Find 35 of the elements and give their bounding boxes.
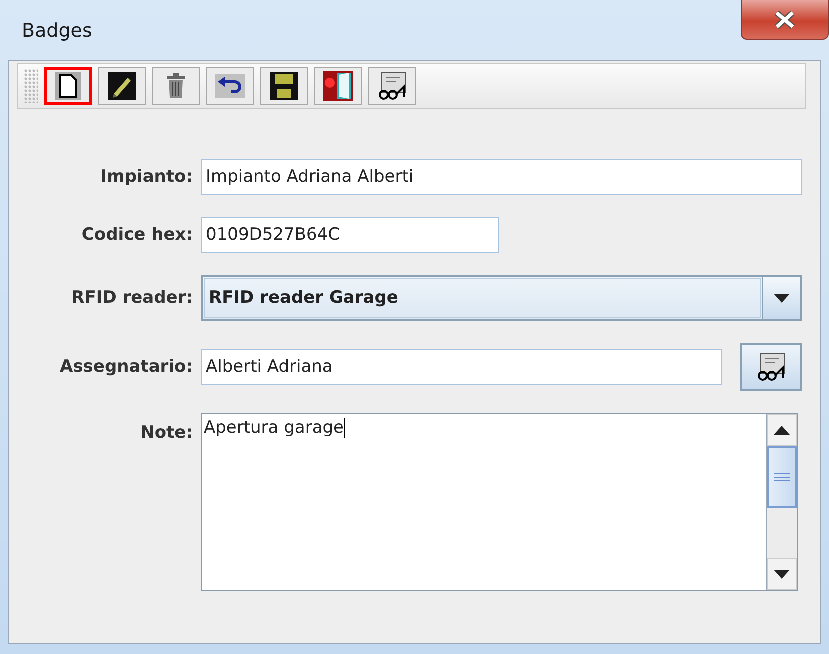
toolbar-button[interactable] [98,67,146,105]
scroll-thumb[interactable] [767,446,797,508]
input-field[interactable]: 0109D527B64C [201,217,499,253]
search-button[interactable] [740,343,802,391]
binoculars-icon [755,352,787,382]
close-button[interactable] [741,0,829,40]
scroll-up-icon [774,426,790,434]
trash-icon [164,72,188,100]
scroll-down-icon [774,570,790,578]
close-icon [774,10,796,28]
binoculars-icon [376,71,408,101]
scrollbar[interactable] [766,414,797,590]
door-exit-icon [323,71,353,101]
field-label: Codice hex: [82,225,193,245]
field-label: RFID reader: [72,288,193,308]
toolbar-button[interactable] [206,67,254,105]
input-field[interactable]: Alberti Adriana [201,349,722,385]
text-area[interactable]: Apertura garage [201,413,798,591]
caret-icon [774,294,790,302]
toolbar-button[interactable] [314,67,362,105]
field-label: Assegnatario: [60,357,193,377]
dropdown-button[interactable] [762,277,800,319]
toolbar-button[interactable] [260,67,308,105]
toolbar-button[interactable] [44,67,92,105]
input-field[interactable]: Impianto Adriana Alberti [201,159,802,195]
field-label: Impianto: [100,167,193,187]
toolbar-button[interactable] [368,67,416,105]
toolbar-grip[interactable] [24,69,38,103]
dropdown[interactable]: RFID reader Garage [201,275,802,321]
document-icon [55,72,81,100]
grip-lines-icon [774,472,790,482]
field-label: Note: [140,423,193,443]
pencil-icon [108,72,136,100]
toolbar-button[interactable] [152,67,200,105]
window-title: Badges [22,20,92,42]
